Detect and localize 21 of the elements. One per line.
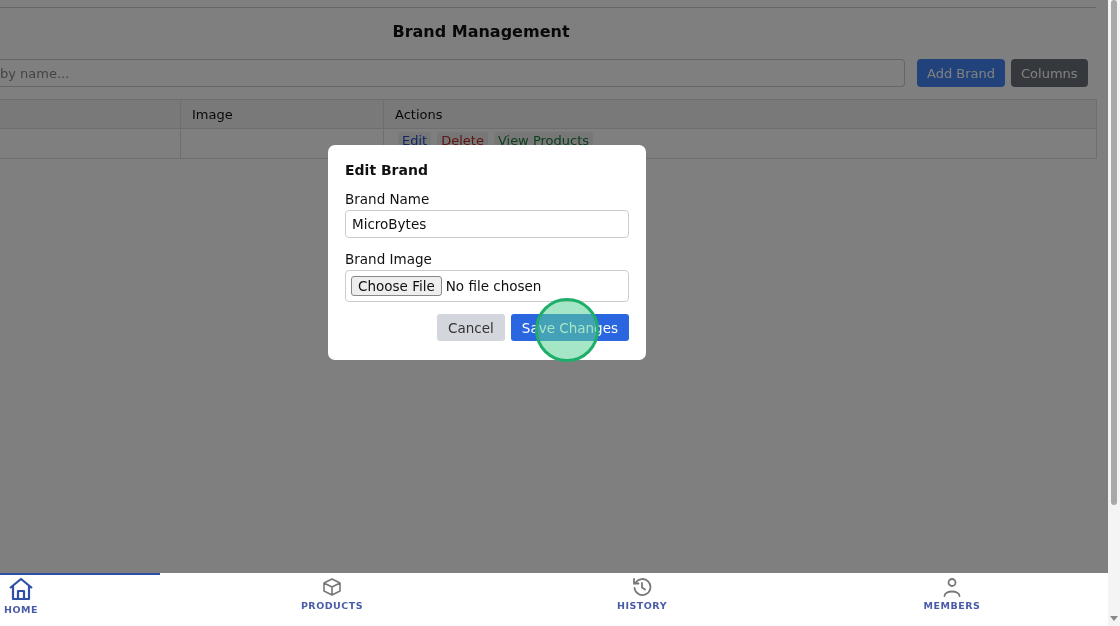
choose-file-button[interactable]: Choose File	[351, 276, 442, 296]
column-header: Actions	[395, 106, 443, 122]
home-icon	[8, 577, 34, 601]
file-status: No file chosen	[445, 278, 542, 294]
nav-tab[interactable]: HISTORY	[582, 573, 702, 626]
scrollbar[interactable]	[1108, 0, 1120, 626]
person-icon	[942, 577, 962, 597]
nav-tab[interactable]: HOME	[0, 573, 160, 626]
field-label: Brand Image	[345, 251, 433, 267]
box-icon	[322, 577, 342, 597]
page-title: Brand Management	[391, 21, 571, 43]
history-icon	[632, 577, 652, 597]
column-header: Image	[192, 106, 233, 122]
dialog-button[interactable]: Cancel	[437, 314, 505, 341]
dialog-title: Edit Brand	[345, 162, 429, 178]
brand-name-field[interactable]: MicroBytes	[345, 210, 629, 238]
nav-tab[interactable]: PRODUCTS	[272, 573, 392, 626]
file-field[interactable]: Choose File No file chosen	[345, 270, 629, 302]
field-label: Brand Name	[345, 191, 431, 207]
search-field[interactable]: by name...	[0, 59, 905, 87]
nav-tab[interactable]: MEMBERS	[892, 573, 1012, 626]
